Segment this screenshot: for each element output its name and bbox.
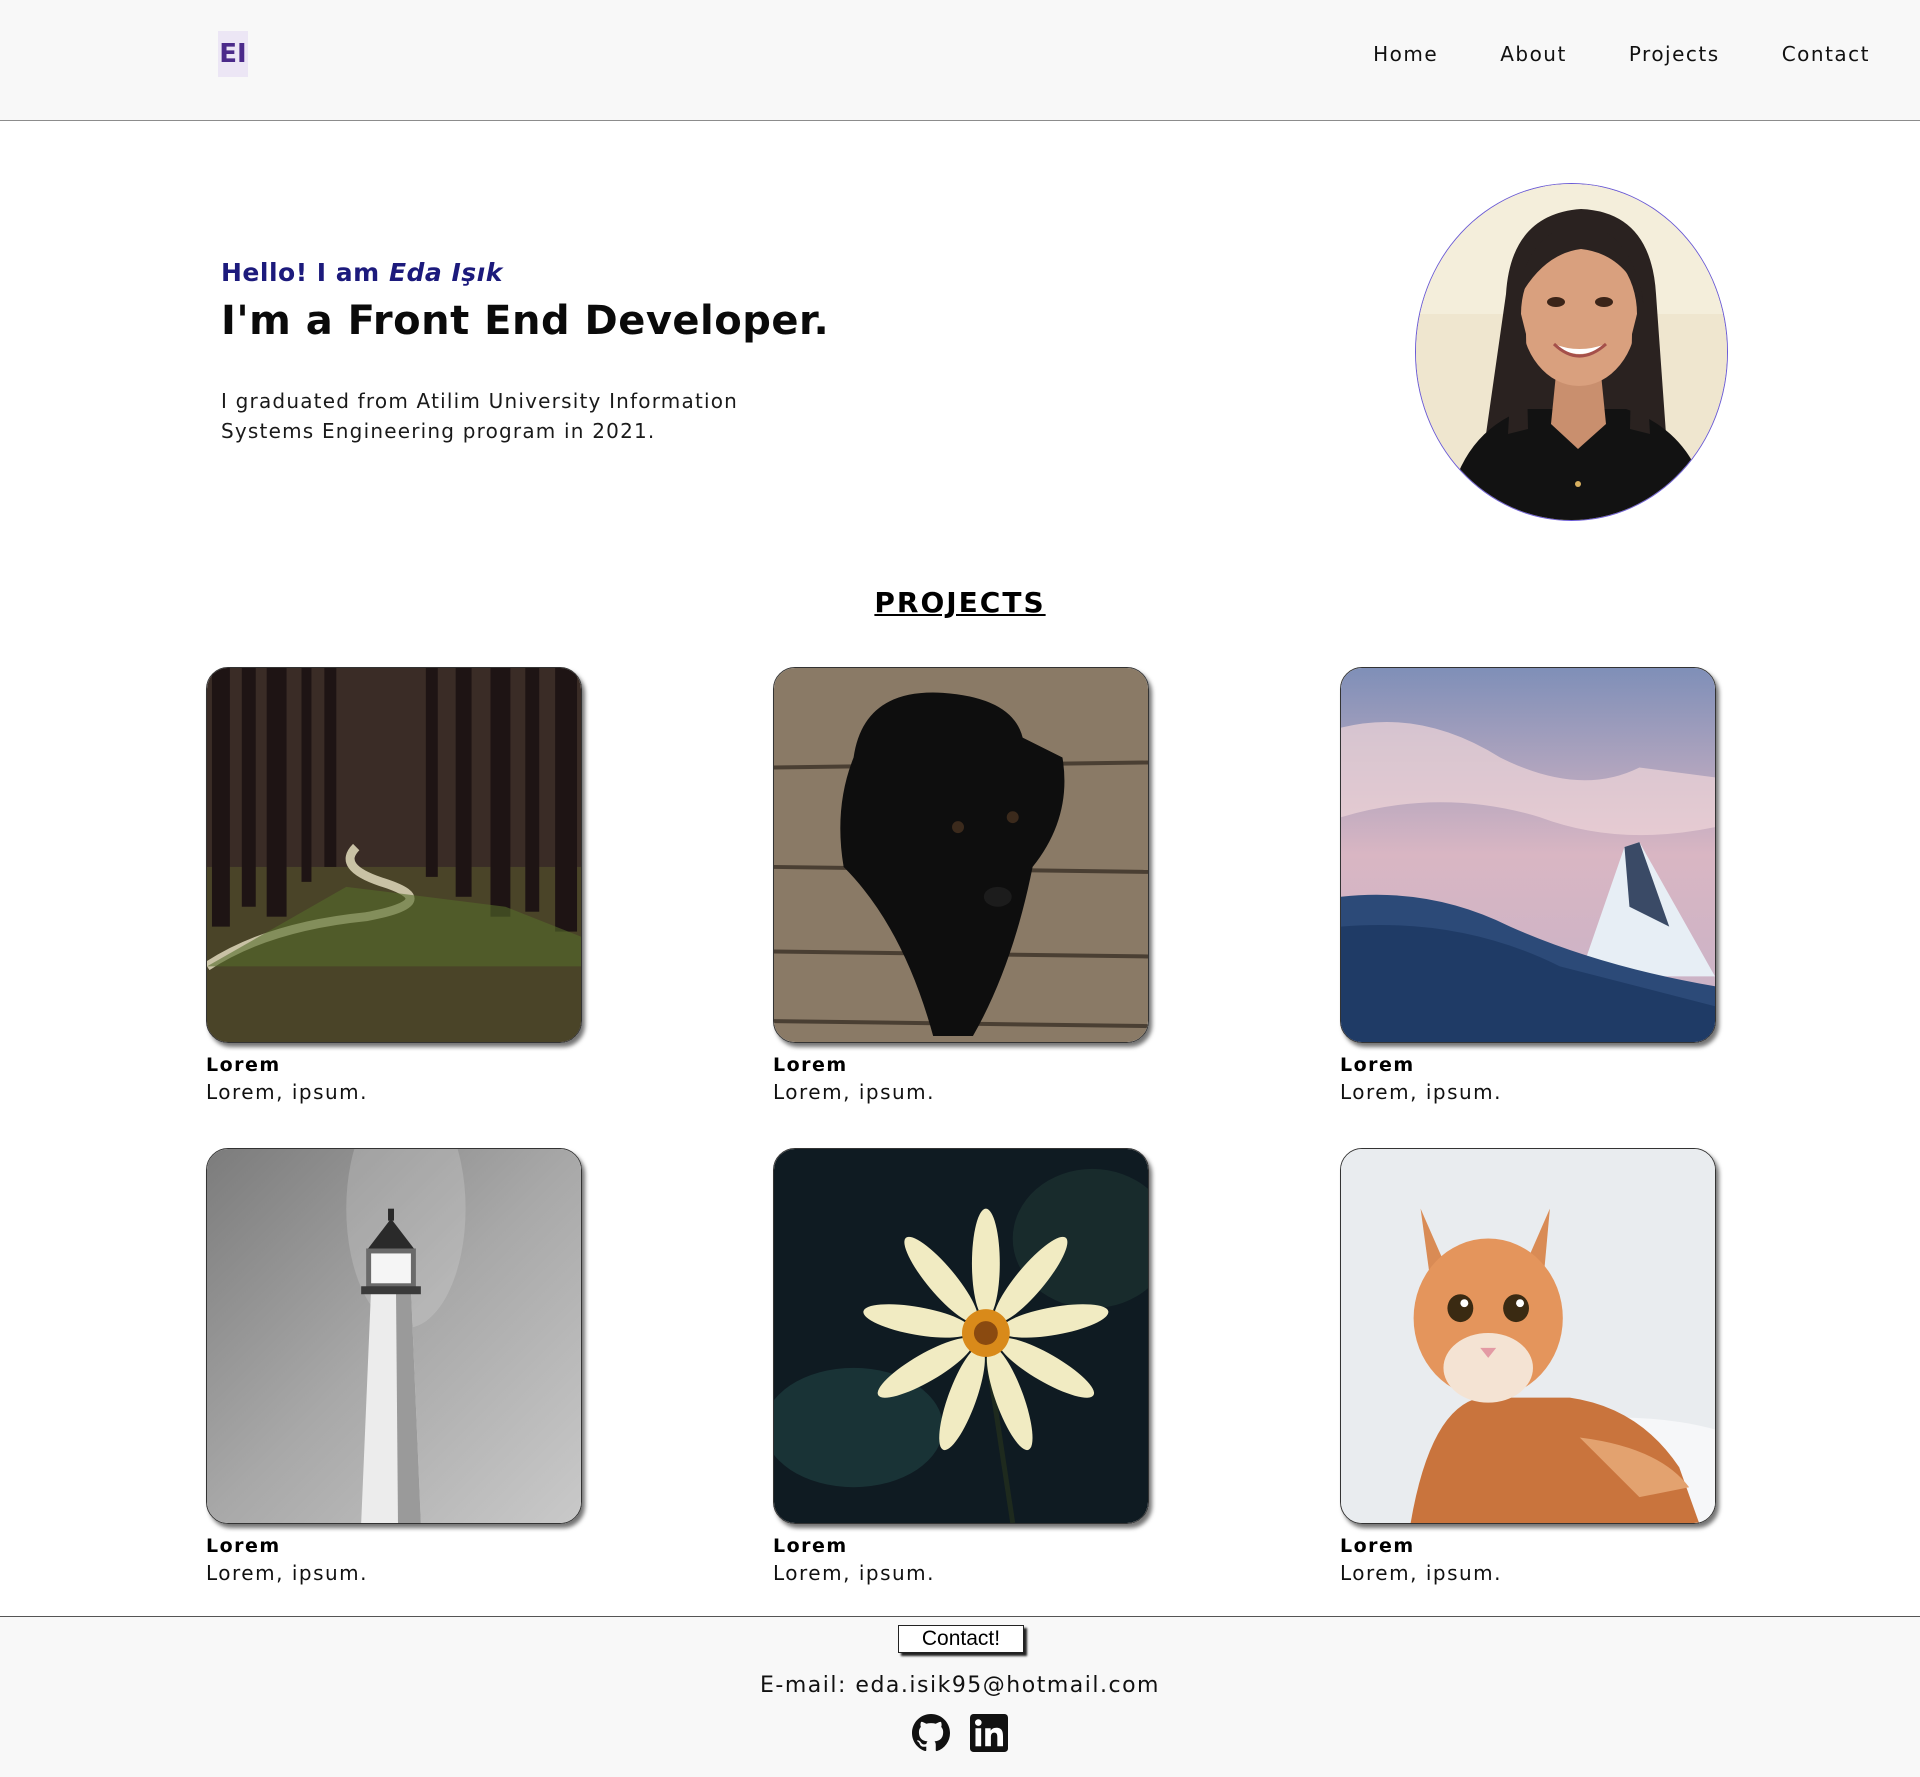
forest-image [207,668,581,1042]
project-title: Lorem [773,1054,848,1076]
project-card[interactable]: Lorem Lorem, ipsum. [1340,1148,1718,1588]
project-title: Lorem [206,1535,281,1557]
project-desc: Lorem, ipsum. [1340,1080,1502,1104]
github-link[interactable] [912,1714,950,1752]
profile-photo [1415,183,1728,521]
project-card[interactable]: Lorem Lorem, ipsum. [773,667,1151,1107]
project-card[interactable]: Lorem Lorem, ipsum. [773,1148,1151,1588]
cat-image [1341,1149,1715,1523]
linkedin-icon [970,1714,1008,1752]
nav-projects[interactable]: Projects [1629,40,1720,68]
hero-name: Eda Işık [388,258,503,287]
project-image-mountain[interactable] [1340,667,1716,1043]
mountain-image [1341,668,1715,1042]
hero-greeting: Hello! I am Eda Işık [221,258,503,287]
nav-about[interactable]: About [1500,40,1567,68]
nav-contact[interactable]: Contact [1782,40,1870,68]
project-image-lighthouse[interactable] [206,1148,582,1524]
social-links [912,1714,1008,1752]
project-title: Lorem [773,1535,848,1557]
project-desc: Lorem, ipsum. [206,1080,368,1104]
project-card[interactable]: Lorem Lorem, ipsum. [206,667,584,1107]
project-title: Lorem [1340,1535,1415,1557]
hero-bio: I graduated from Atilim University Infor… [221,389,739,443]
project-image-cat[interactable] [1340,1148,1716,1524]
linkedin-link[interactable] [970,1714,1008,1752]
project-image-dog[interactable] [773,667,1149,1043]
flower-image [774,1149,1148,1523]
main-nav: Home About Projects Contact [1373,40,1870,68]
contact-button[interactable]: Contact! [898,1625,1024,1653]
project-card[interactable]: Lorem Lorem, ipsum. [1340,667,1718,1107]
hero-role: I'm a Front End Developer. [221,298,830,344]
project-title: Lorem [206,1054,281,1076]
project-image-flower[interactable] [773,1148,1149,1524]
project-desc: Lorem, ipsum. [206,1561,368,1585]
projects-title: PROJECTS [874,586,1046,619]
profile-photo-art [1416,184,1727,520]
dog-image [774,668,1148,1042]
nav-home[interactable]: Home [1373,40,1438,68]
contact-email: E-mail: eda.isik95@hotmail.com [760,1673,1160,1698]
project-image-forest[interactable] [206,667,582,1043]
project-desc: Lorem, ipsum. [773,1080,935,1104]
project-desc: Lorem, ipsum. [773,1561,935,1585]
project-desc: Lorem, ipsum. [1340,1561,1502,1585]
greeting-prefix: Hello! I am [221,258,389,287]
project-card[interactable]: Lorem Lorem, ipsum. [206,1148,584,1588]
logo[interactable]: EI [218,31,248,77]
lighthouse-image [207,1149,581,1523]
github-icon [912,1714,950,1752]
site-header: EI Home About Projects Contact [0,0,1920,121]
project-title: Lorem [1340,1054,1415,1076]
site-footer: Contact! E-mail: eda.isik95@hotmail.com [0,1616,1920,1777]
